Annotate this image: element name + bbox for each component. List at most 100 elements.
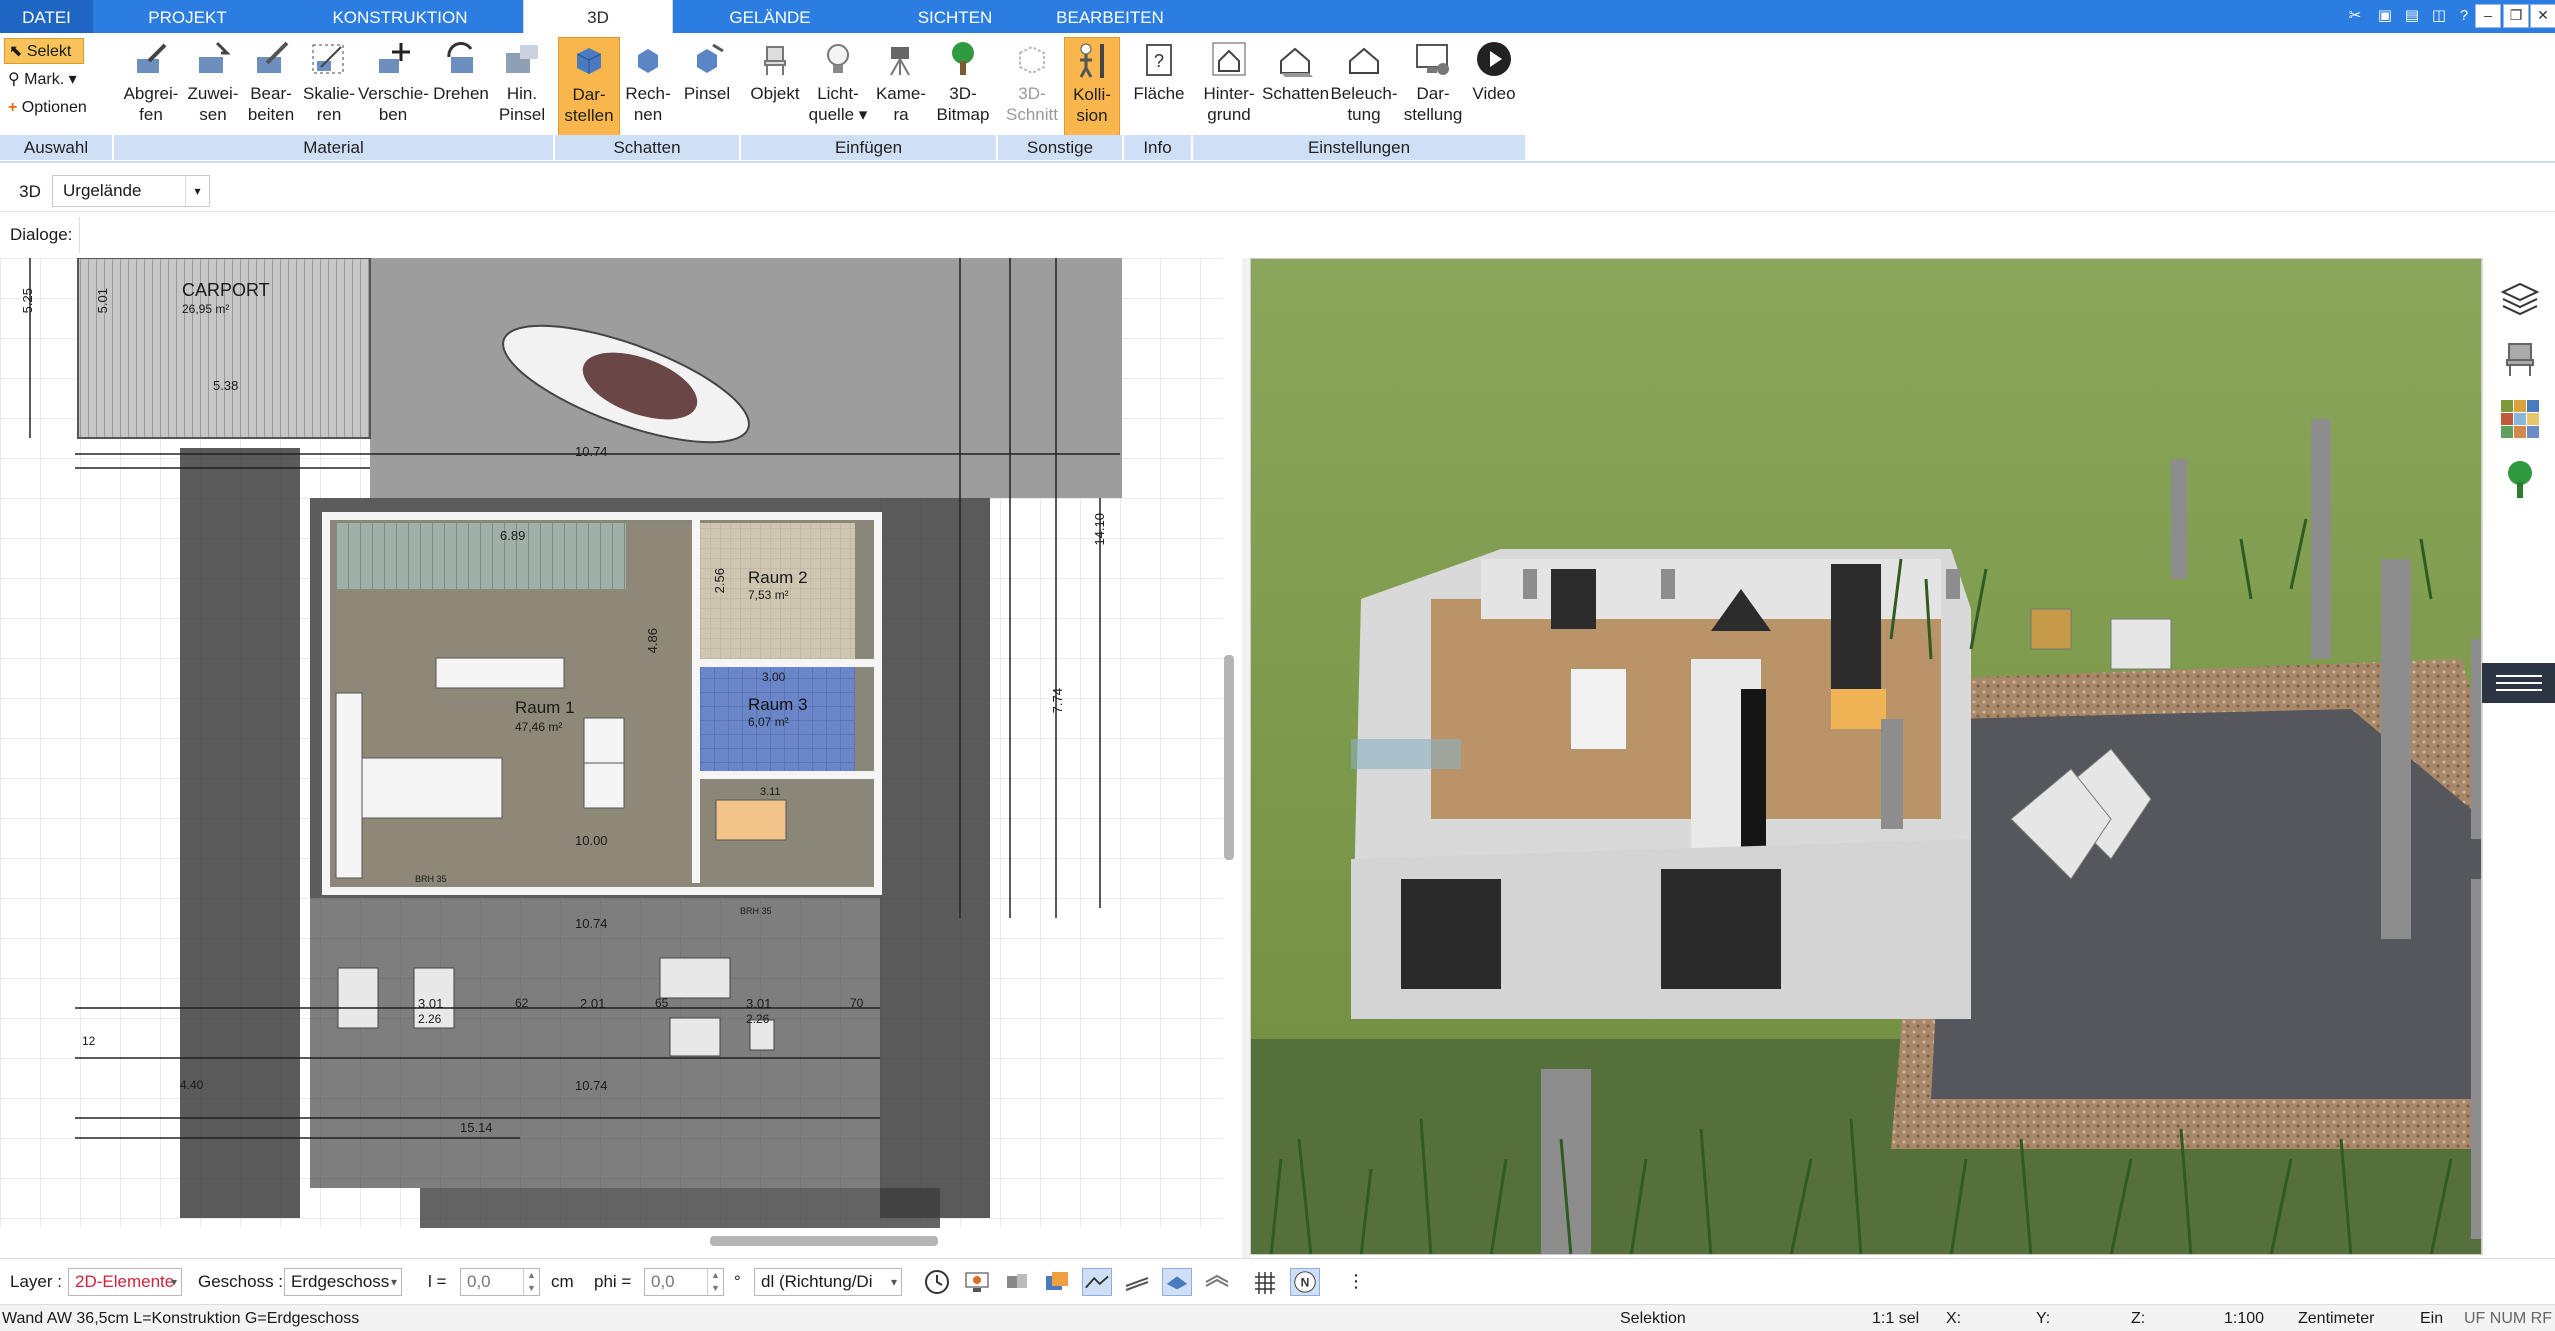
layers-icon[interactable] [2499, 278, 2541, 320]
bag-icon[interactable]: ▣ [2373, 4, 2397, 28]
furniture-chair-icon[interactable] [2499, 338, 2541, 380]
floor-plan-2d[interactable]: CARPORT 26,95 m² 5.38 10.74 5.25 5.01 6.… [0, 258, 1222, 1228]
objects-icon[interactable] [1002, 1268, 1032, 1296]
layer-select[interactable]: 2D-Elemente ▾ [68, 1268, 182, 1296]
window-icon[interactable]: ◫ [2427, 4, 2451, 28]
monitor-icon[interactable] [962, 1268, 992, 1296]
assign-material-icon [199, 41, 231, 73]
minimize-button[interactable]: – [2475, 4, 2501, 28]
input-mode-select[interactable]: dl (Richtung/Di ▾ [754, 1268, 902, 1296]
verschieben-button[interactable]: Verschie-ben [358, 37, 429, 137]
carport-label: CARPORT [182, 280, 270, 300]
objekt-button[interactable]: Objekt [744, 37, 806, 137]
kamera-button[interactable]: Kame-ra [870, 37, 932, 137]
selekt-button[interactable]: ⬉ Selekt [4, 38, 84, 64]
lichtquelle-button[interactable]: Licht-quelle ▾ [806, 37, 870, 137]
hintergrund-button[interactable]: Hinter-grund [1196, 37, 1262, 137]
view-splitter[interactable] [1242, 258, 1250, 1258]
background-house-icon [1212, 42, 1246, 76]
group-auswahl: Auswahl [0, 135, 113, 160]
zuweisen-button[interactable]: Zuwei-sen [184, 37, 242, 137]
tab-bearbeiten[interactable]: BEARBEITEN [1050, 0, 1170, 33]
dim-label: 70 [850, 996, 864, 1010]
grid-icon[interactable] [1250, 1268, 1280, 1296]
texture-icon[interactable] [1202, 1268, 1232, 1296]
tab-gelaende[interactable]: GELÄNDE [720, 0, 820, 33]
hin-pinsel-button[interactable]: Hin. Pinsel [494, 37, 550, 137]
schatten-darstellen-button[interactable]: Dar-stellen [558, 37, 620, 137]
geschoss-select[interactable]: Erdgeschoss ▾ [284, 1268, 402, 1296]
bearbeiten-button[interactable]: Bear-beiten [242, 37, 300, 137]
dim-label: 14.10 [1092, 513, 1107, 546]
close-button[interactable]: ✕ [2530, 4, 2555, 28]
materials-palette-icon[interactable] [2499, 398, 2541, 440]
group-material: Material [114, 135, 554, 160]
drehen-button[interactable]: Drehen [428, 37, 494, 137]
plan-horizontal-scrollbar[interactable] [710, 1236, 938, 1246]
dim-label: 3.11 [760, 786, 781, 798]
dim-label: 4.86 [645, 628, 660, 654]
clock-icon[interactable] [922, 1268, 952, 1296]
skalieren-button[interactable]: Skalie-ren [300, 37, 358, 137]
layers-3d-icon[interactable] [1042, 1268, 1072, 1296]
abgreifen-button[interactable]: Abgrei-fen [118, 37, 184, 137]
status-z: Z: [2131, 1310, 2146, 1327]
room-area: 6,07 m² [748, 715, 789, 729]
beleuchtung-button[interactable]: Beleuch-tung [1328, 37, 1400, 137]
terrain-icon[interactable] [1082, 1268, 1112, 1296]
more-options-icon[interactable]: ⋮ [1347, 1271, 1365, 1292]
3d-viewport[interactable] [1250, 258, 2482, 1255]
plane-icon[interactable] [1162, 1268, 1192, 1296]
schatten-rechnen-button[interactable]: Rech-nen [620, 37, 676, 137]
terrain-select[interactable]: Urgelände ▾ [52, 175, 210, 207]
darstellung-button[interactable]: Dar-stellung [1400, 37, 1466, 137]
mark-button[interactable]: ⚲ Mark. ▾ [4, 67, 77, 93]
tab-datei[interactable]: DATEI [0, 0, 93, 33]
geschoss-label: Geschoss : [198, 1272, 284, 1291]
plan-vertical-scrollbar[interactable] [1224, 655, 1234, 860]
optionen-button[interactable]: + Optionen [4, 95, 87, 121]
side-panel [2482, 258, 2555, 1255]
dim-label: 2.26 [418, 1012, 442, 1026]
chevron-down-icon: ▾ [390, 1275, 397, 1289]
tab-3d[interactable]: 3D [523, 0, 673, 34]
pipette-icon [137, 43, 167, 73]
north-arrow-icon[interactable]: N [1290, 1268, 1320, 1296]
hatch-icon[interactable] [1122, 1268, 1152, 1296]
dim-label: 10.00 [575, 833, 608, 848]
schatten-pinsel-button[interactable]: Pinsel [676, 37, 738, 137]
camera-icon [890, 47, 910, 76]
dim-label: 15.14 [460, 1120, 493, 1135]
spinner-icon[interactable]: ▲ ▼ [523, 1269, 539, 1295]
room-area: 47,46 m² [515, 720, 563, 734]
3d-schnitt-button[interactable]: 3D- Schnitt [1000, 37, 1064, 137]
tab-konstruktion[interactable]: KONSTRUKTION [320, 0, 480, 33]
calc-shadow-icon [638, 49, 658, 73]
menu-tab-bar: DATEI PROJEKT KONSTRUKTION 3D GELÄNDE SI… [0, 0, 2555, 34]
plants-tree-icon[interactable] [2499, 458, 2541, 500]
dim-label: 10.74 [575, 1078, 608, 1093]
room-label: Raum 2 [748, 568, 808, 587]
schatten-settings-button[interactable]: Schatten [1262, 37, 1329, 137]
chevron-down-icon: ▾ [890, 1275, 897, 1289]
app-window: { "menu": { "tabs": [ {"label": "DATEI"}… [0, 0, 2555, 1331]
length-input[interactable]: 0,0 ▲ ▼ [460, 1268, 540, 1296]
move-icon [379, 43, 410, 73]
tools-icon[interactable]: ✂ [2343, 4, 2367, 28]
restore-button[interactable]: ❐ [2503, 4, 2529, 28]
help-icon[interactable]: ? [2452, 4, 2476, 28]
document-icon[interactable]: ▤ [2400, 4, 2424, 28]
lightbulb-icon [827, 44, 849, 73]
dim-label: 62 [515, 996, 529, 1010]
tab-projekt[interactable]: PROJEKT [130, 0, 245, 33]
3d-bitmap-button[interactable]: 3D- Bitmap [932, 37, 994, 137]
kollision-button[interactable]: Kolli-sion [1064, 37, 1120, 137]
phi-input[interactable]: 0,0 ▲ ▼ [644, 1268, 724, 1296]
play-icon [1477, 42, 1511, 76]
hamburger-menu-button[interactable] [2482, 663, 2555, 703]
tab-sichten[interactable]: SICHTEN [900, 0, 1010, 33]
spinner-icon[interactable]: ▲ ▼ [707, 1269, 723, 1295]
flaeche-button[interactable]: ? Fläche [1128, 37, 1190, 137]
dim-label: 3.01 [418, 996, 444, 1011]
video-button[interactable]: Video [1466, 37, 1522, 137]
